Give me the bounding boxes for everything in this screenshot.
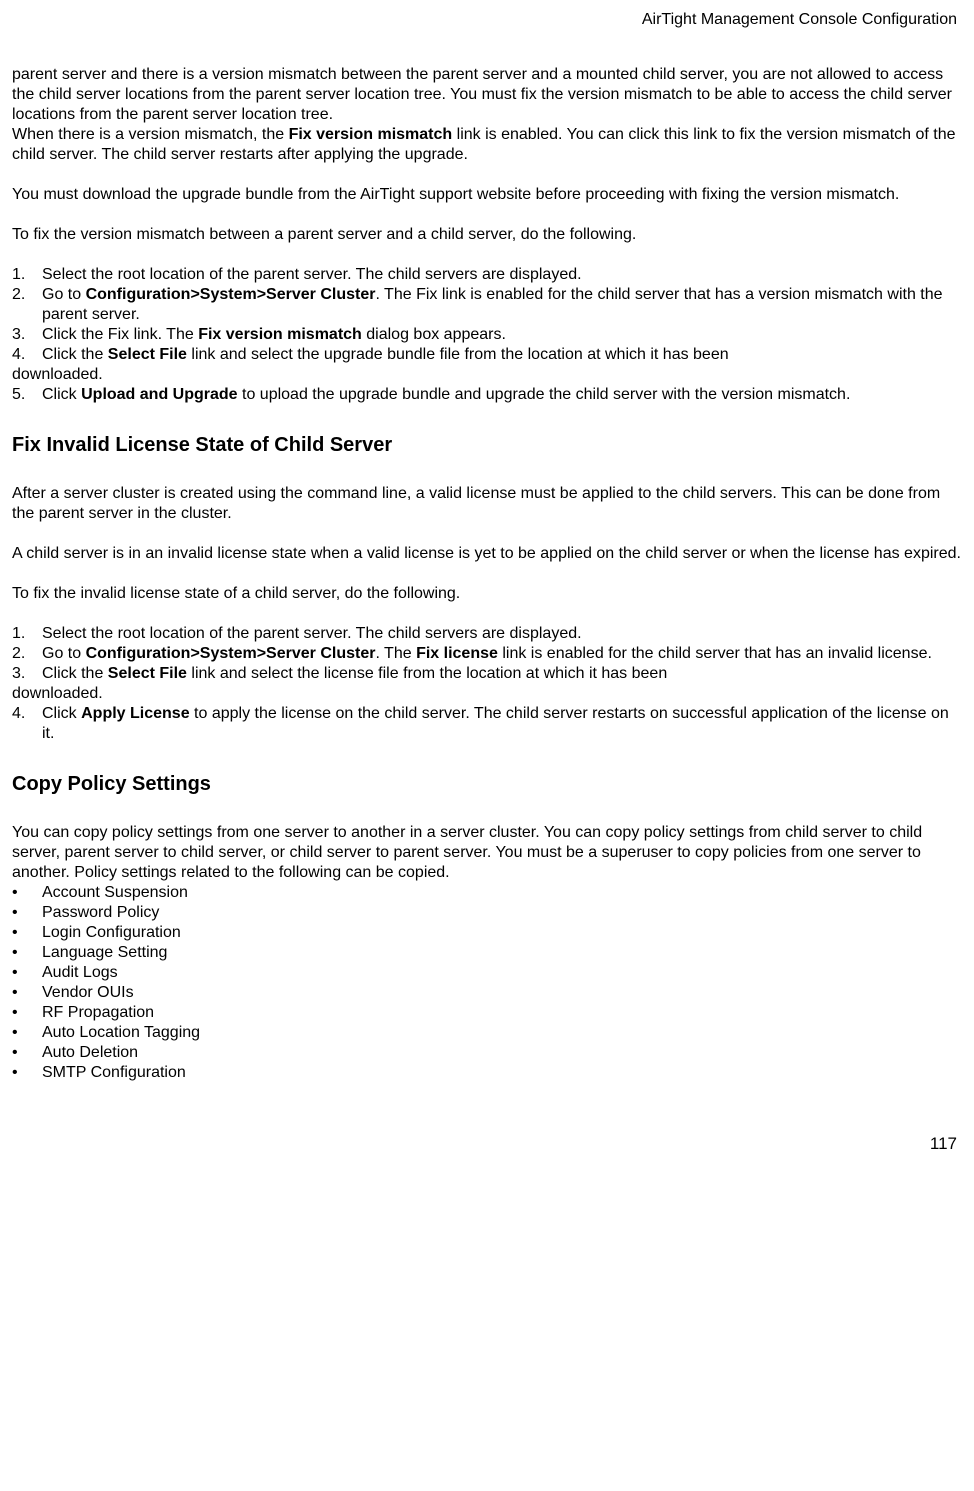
fix-version-mismatch-bold: Fix version mismatch (198, 326, 362, 343)
bullet-item: •Audit Logs (12, 963, 962, 983)
text-mid: . The (375, 645, 416, 662)
list-number: 4. (12, 345, 42, 365)
bullet-item: •Auto Deletion (12, 1043, 962, 1063)
ordered-list-2: 1. Select the root location of the paren… (12, 624, 962, 744)
text-post: to upload the upgrade bundle and upgrade… (238, 386, 851, 403)
intro-paragraph-3: To fix the version mismatch between a pa… (12, 225, 962, 245)
list1-item-5: 5. Click Upload and Upgrade to upload th… (12, 385, 962, 405)
bullet-text: Auto Deletion (42, 1043, 962, 1063)
intro-p1b-pre: When there is a version mismatch, the (12, 126, 289, 143)
list1-item-1: 1. Select the root location of the paren… (12, 265, 962, 285)
list2-item-3: 3. Click the Select File link and select… (12, 664, 962, 684)
fix-license-bold: Fix license (416, 645, 498, 662)
bullet-icon: • (12, 943, 42, 963)
list-content: Select the root location of the parent s… (42, 265, 962, 285)
bullet-icon: • (12, 923, 42, 943)
list-number: 5. (12, 385, 42, 405)
bullet-text: Login Configuration (42, 923, 962, 943)
bullet-text: Language Setting (42, 943, 962, 963)
config-path-bold: Configuration>System>Server Cluster (86, 286, 376, 303)
list-number: 2. (12, 644, 42, 664)
fix-version-mismatch-bold: Fix version mismatch (289, 126, 453, 143)
ordered-list-1: 1. Select the root location of the paren… (12, 265, 962, 405)
page-number: 117 (12, 1133, 962, 1154)
list2-item-4: 4. Click Apply License to apply the lice… (12, 704, 962, 744)
section2-p1: After a server cluster is created using … (12, 484, 962, 524)
bullet-text: Vendor OUIs (42, 983, 962, 1003)
bullet-list: •Account Suspension •Password Policy •Lo… (12, 883, 962, 1083)
list1-item-4: 4. Click the Select File link and select… (12, 345, 962, 365)
bullet-item: •RF Propagation (12, 1003, 962, 1023)
bullet-item: •Account Suspension (12, 883, 962, 903)
text-post: link is enabled for the child server tha… (498, 645, 932, 662)
section3-p1: You can copy policy settings from one se… (12, 823, 962, 883)
bullet-icon: • (12, 1043, 42, 1063)
bullet-item: •Auto Location Tagging (12, 1023, 962, 1043)
config-path-bold: Configuration>System>Server Cluster (86, 645, 376, 662)
list-number: 3. (12, 664, 42, 684)
bullet-item: •Login Configuration (12, 923, 962, 943)
list-number: 1. (12, 624, 42, 644)
bullet-icon: • (12, 963, 42, 983)
heading-copy-policy-settings: Copy Policy Settings (12, 772, 962, 797)
upload-upgrade-bold: Upload and Upgrade (81, 386, 237, 403)
list-number: 1. (12, 265, 42, 285)
bullet-text: Audit Logs (42, 963, 962, 983)
list1-item-2: 2. Go to Configuration>System>Server Clu… (12, 285, 962, 325)
bullet-text: Account Suspension (42, 883, 962, 903)
bullet-item: •Password Policy (12, 903, 962, 923)
list-number: 3. (12, 325, 42, 345)
list-content: Go to Configuration>System>Server Cluste… (42, 644, 962, 664)
bullet-icon: • (12, 883, 42, 903)
list2-item-3-cont: downloaded. (12, 684, 962, 704)
list-content: Go to Configuration>System>Server Cluste… (42, 285, 962, 325)
list-content: Click the Fix link. The Fix version mism… (42, 325, 962, 345)
text-post: link and select the license file from th… (187, 665, 667, 682)
text-post: link and select the upgrade bundle file … (187, 346, 729, 363)
list-content: Click Upload and Upgrade to upload the u… (42, 385, 962, 405)
section2-p3: To fix the invalid license state of a ch… (12, 584, 962, 604)
bullet-item: •SMTP Configuration (12, 1063, 962, 1083)
text-pre: Click the (42, 665, 108, 682)
select-file-bold: Select File (108, 665, 187, 682)
list2-item-1: 1. Select the root location of the paren… (12, 624, 962, 644)
bullet-item: •Vendor OUIs (12, 983, 962, 1003)
list-content: Click the Select File link and select th… (42, 345, 962, 365)
bullet-icon: • (12, 1023, 42, 1043)
text-pre: Go to (42, 286, 86, 303)
text-pre: Click (42, 386, 81, 403)
text-post: dialog box appears. (362, 326, 506, 343)
list-content: Click the Select File link and select th… (42, 664, 962, 684)
text-pre: Click the Fix link. The (42, 326, 198, 343)
bullet-text: Auto Location Tagging (42, 1023, 962, 1043)
intro-paragraph-1: parent server and there is a version mis… (12, 65, 962, 165)
header-right: AirTight Management Console Configuratio… (12, 10, 962, 30)
intro-p1a: parent server and there is a version mis… (12, 66, 952, 123)
list-content: Click Apply License to apply the license… (42, 704, 962, 744)
bullet-icon: • (12, 1003, 42, 1023)
bullet-icon: • (12, 903, 42, 923)
text-pre: Go to (42, 645, 86, 662)
list-content: Select the root location of the parent s… (42, 624, 962, 644)
bullet-icon: • (12, 1063, 42, 1083)
list-number: 4. (12, 704, 42, 724)
bullet-text: Password Policy (42, 903, 962, 923)
intro-paragraph-2: You must download the upgrade bundle fro… (12, 185, 962, 205)
list-number: 2. (12, 285, 42, 305)
select-file-bold: Select File (108, 346, 187, 363)
list1-item-3: 3. Click the Fix link. The Fix version m… (12, 325, 962, 345)
section2-p2: A child server is in an invalid license … (12, 544, 962, 564)
bullet-icon: • (12, 983, 42, 1003)
bullet-item: •Language Setting (12, 943, 962, 963)
apply-license-bold: Apply License (81, 705, 189, 722)
text-pre: Click the (42, 346, 108, 363)
bullet-text: RF Propagation (42, 1003, 962, 1023)
heading-fix-invalid-license: Fix Invalid License State of Child Serve… (12, 433, 962, 458)
list1-item-4-cont: downloaded. (12, 365, 962, 385)
list2-item-2: 2. Go to Configuration>System>Server Clu… (12, 644, 962, 664)
bullet-text: SMTP Configuration (42, 1063, 962, 1083)
text-pre: Click (42, 705, 81, 722)
